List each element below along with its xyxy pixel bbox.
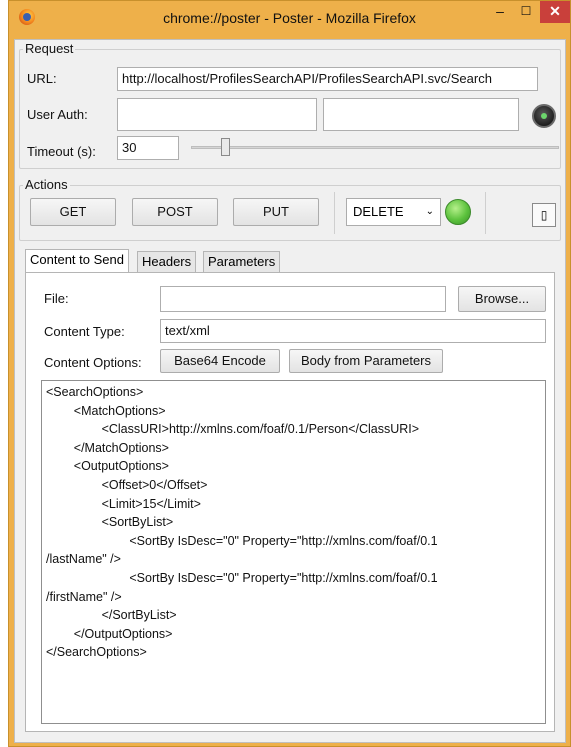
url-label: URL:: [27, 71, 57, 86]
body-line: <Offset>0</Offset>: [46, 477, 208, 492]
actions-separator-2: [485, 192, 486, 234]
body-line: <MatchOptions>: [46, 403, 166, 418]
minimize-button[interactable]: –: [487, 1, 513, 23]
body-line: <OutputOptions>: [46, 459, 169, 474]
timeout-slider-thumb[interactable]: [221, 138, 230, 156]
body-line: </OutputOptions>: [46, 626, 173, 641]
body-line: <Limit>15</Limit>: [46, 496, 201, 511]
user-auth-username-input[interactable]: [117, 98, 317, 131]
body-line: <SortBy IsDesc="0" Property="http://xmln…: [46, 533, 438, 548]
body-line: <SearchOptions>: [46, 385, 144, 399]
body-line: </SortByList>: [46, 608, 177, 623]
request-status-indicator-icon: [445, 199, 471, 225]
file-label: File:: [44, 291, 69, 306]
tab-headers[interactable]: Headers: [137, 251, 197, 273]
method-select[interactable]: DELETE ⌄: [346, 198, 441, 226]
actions-separator: [334, 192, 335, 234]
timeout-slider-track[interactable]: [191, 146, 559, 149]
maximize-button[interactable]: ☐: [513, 1, 539, 23]
content-type-input[interactable]: text/xml: [160, 319, 546, 343]
url-input[interactable]: http://localhost/ProfilesSearchAPI/Profi…: [117, 67, 538, 91]
body-line: <SortBy IsDesc="0" Property="http://xmln…: [46, 570, 438, 585]
timeout-input[interactable]: 30: [117, 136, 179, 160]
firefox-window: chrome://poster - Poster - Mozilla Firef…: [8, 0, 571, 747]
body-from-parameters-button[interactable]: Body from Parameters: [289, 349, 443, 373]
window-title: chrome://poster - Poster - Mozilla Firef…: [163, 10, 416, 26]
body-line: /lastName" />: [46, 552, 121, 567]
browse-button[interactable]: Browse...: [458, 286, 546, 312]
body-line: /firstName" />: [46, 589, 122, 604]
request-legend: Request: [23, 41, 76, 56]
user-auth-password-input[interactable]: [323, 98, 519, 131]
post-button[interactable]: POST: [132, 198, 218, 226]
content-type-label: Content Type:: [44, 324, 125, 339]
title-bar: chrome://poster - Poster - Mozilla Firef…: [9, 1, 570, 39]
body-line: </SearchOptions>: [46, 645, 147, 660]
file-input[interactable]: [160, 286, 446, 312]
get-button[interactable]: GET: [30, 198, 116, 226]
tool-icon[interactable]: ▯: [532, 203, 556, 227]
base64-encode-button[interactable]: Base64 Encode: [160, 349, 280, 373]
put-button[interactable]: PUT: [233, 198, 319, 226]
body-line: </MatchOptions>: [46, 440, 169, 455]
method-select-value: DELETE: [353, 204, 404, 219]
body-line: <ClassURI>http://xmlns.com/foaf/0.1/Pers…: [46, 422, 420, 437]
auth-status-icon[interactable]: [532, 104, 556, 128]
body-line: <SortByList>: [46, 515, 174, 530]
tab-content-to-send[interactable]: Content to Send: [25, 249, 129, 273]
close-button[interactable]: ✕: [540, 1, 570, 23]
poster-content: Request URL: http://localhost/ProfilesSe…: [14, 39, 566, 743]
content-options-label: Content Options:: [44, 355, 142, 370]
content-to-send-panel: File: Browse... Content Type: text/xml C…: [25, 272, 555, 732]
chevron-down-icon: ⌄: [425, 206, 434, 217]
actions-legend: Actions: [23, 177, 70, 192]
timeout-label: Timeout (s):: [27, 144, 96, 159]
user-auth-label: User Auth:: [27, 107, 88, 122]
tab-strip: Content to Send Headers Parameters: [25, 249, 555, 273]
request-body-editor[interactable]: <SearchOptions> <MatchOptions> <ClassURI…: [41, 380, 546, 724]
tab-parameters[interactable]: Parameters: [203, 251, 281, 273]
